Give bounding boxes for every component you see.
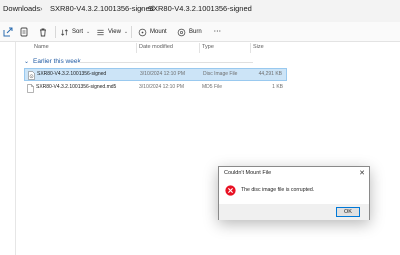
mount-disc-icon xyxy=(138,28,147,36)
dialog-title-bar[interactable]: Couldn't Mount File ✕ xyxy=(219,167,369,179)
error-icon xyxy=(225,185,236,196)
breadcrumb-item-folder[interactable]: SXR80-V4.3.2.1001356-signed xyxy=(50,4,154,13)
file-size: 1 KB xyxy=(272,84,283,90)
toolbar-divider xyxy=(55,26,56,38)
breadcrumb-separator-icon: › xyxy=(40,4,43,13)
more-options-button[interactable]: ··· xyxy=(214,25,222,39)
file-row[interactable]: SXR80-V4.3.2.1001356-signed 3/10/2024 12… xyxy=(24,68,287,81)
column-divider[interactable] xyxy=(250,43,251,53)
sort-button[interactable]: Sort ⌄ xyxy=(60,25,90,39)
dialog-message: The disc image file is corrupted. xyxy=(241,187,315,193)
view-button[interactable]: View ⌄ xyxy=(96,25,128,39)
view-label: View xyxy=(108,29,121,35)
breadcrumb-item-downloads[interactable]: Downloads xyxy=(3,4,40,13)
command-toolbar: Sort ⌄ View ⌄ Mount Burn ··· xyxy=(0,22,400,42)
burn-label: Burn xyxy=(189,29,202,35)
chevron-down-icon: ⌄ xyxy=(24,58,30,65)
column-divider[interactable] xyxy=(199,43,200,53)
more-options-icon: ··· xyxy=(214,29,222,35)
sort-icon xyxy=(61,28,68,36)
column-header-type[interactable]: Type xyxy=(202,44,214,50)
burn-disc-icon xyxy=(177,28,186,36)
file-type: Disc Image File xyxy=(203,71,238,77)
dialog-footer: OK xyxy=(219,204,369,220)
chevron-down-icon: ⌄ xyxy=(123,29,129,35)
burn-button[interactable]: Burn xyxy=(177,25,202,39)
view-icon xyxy=(97,29,104,35)
file-type: MD5 File xyxy=(202,84,223,90)
breadcrumb-separator-icon: › xyxy=(140,4,143,13)
column-header-name[interactable]: Name xyxy=(34,44,49,50)
navigation-pane[interactable] xyxy=(0,42,16,255)
breadcrumb: Downloads › SXR80-V4.3.2.1001356-signed … xyxy=(0,0,400,22)
disc-image-file-icon xyxy=(28,71,35,80)
group-label: Earlier this week xyxy=(33,58,81,65)
error-dialog: Couldn't Mount File ✕ The disc image fil… xyxy=(218,166,370,220)
group-divider xyxy=(78,62,253,63)
column-header-size[interactable]: Size xyxy=(253,44,264,50)
document-file-icon xyxy=(27,84,34,93)
file-name: SXR80-V4.3.2.1001356-signed.md5 xyxy=(36,84,117,90)
file-date-modified: 3/10/2024 12:10 PM xyxy=(140,71,186,77)
chevron-down-icon: ⌄ xyxy=(86,29,91,35)
mount-button[interactable]: Mount xyxy=(138,25,167,39)
dialog-title: Couldn't Mount File xyxy=(224,169,272,176)
breadcrumb-item-subfolder[interactable]: SXR80-V4.3.2.1001356-signed xyxy=(148,4,252,13)
file-name: SXR80-V4.3.2.1001356-signed xyxy=(37,71,107,77)
delete-icon[interactable] xyxy=(37,26,49,38)
share-icon[interactable] xyxy=(2,26,14,38)
file-row[interactable]: SXR80-V4.3.2.1001356-signed.md5 3/10/202… xyxy=(24,82,287,95)
column-divider[interactable] xyxy=(136,43,137,53)
sort-label: Sort xyxy=(72,29,84,35)
file-size: 44,291 KB xyxy=(258,71,282,77)
mount-label: Mount xyxy=(150,29,167,35)
close-icon[interactable]: ✕ xyxy=(359,169,365,178)
ok-button[interactable]: OK xyxy=(336,207,360,217)
column-header-date-modified[interactable]: Date modified xyxy=(139,44,173,50)
file-date-modified: 3/10/2024 12:10 PM xyxy=(139,84,185,90)
toolbar-divider xyxy=(131,26,132,38)
copy-path-icon[interactable] xyxy=(18,26,30,38)
group-header-earlier-this-week[interactable]: ⌄ Earlier this week xyxy=(24,58,81,65)
